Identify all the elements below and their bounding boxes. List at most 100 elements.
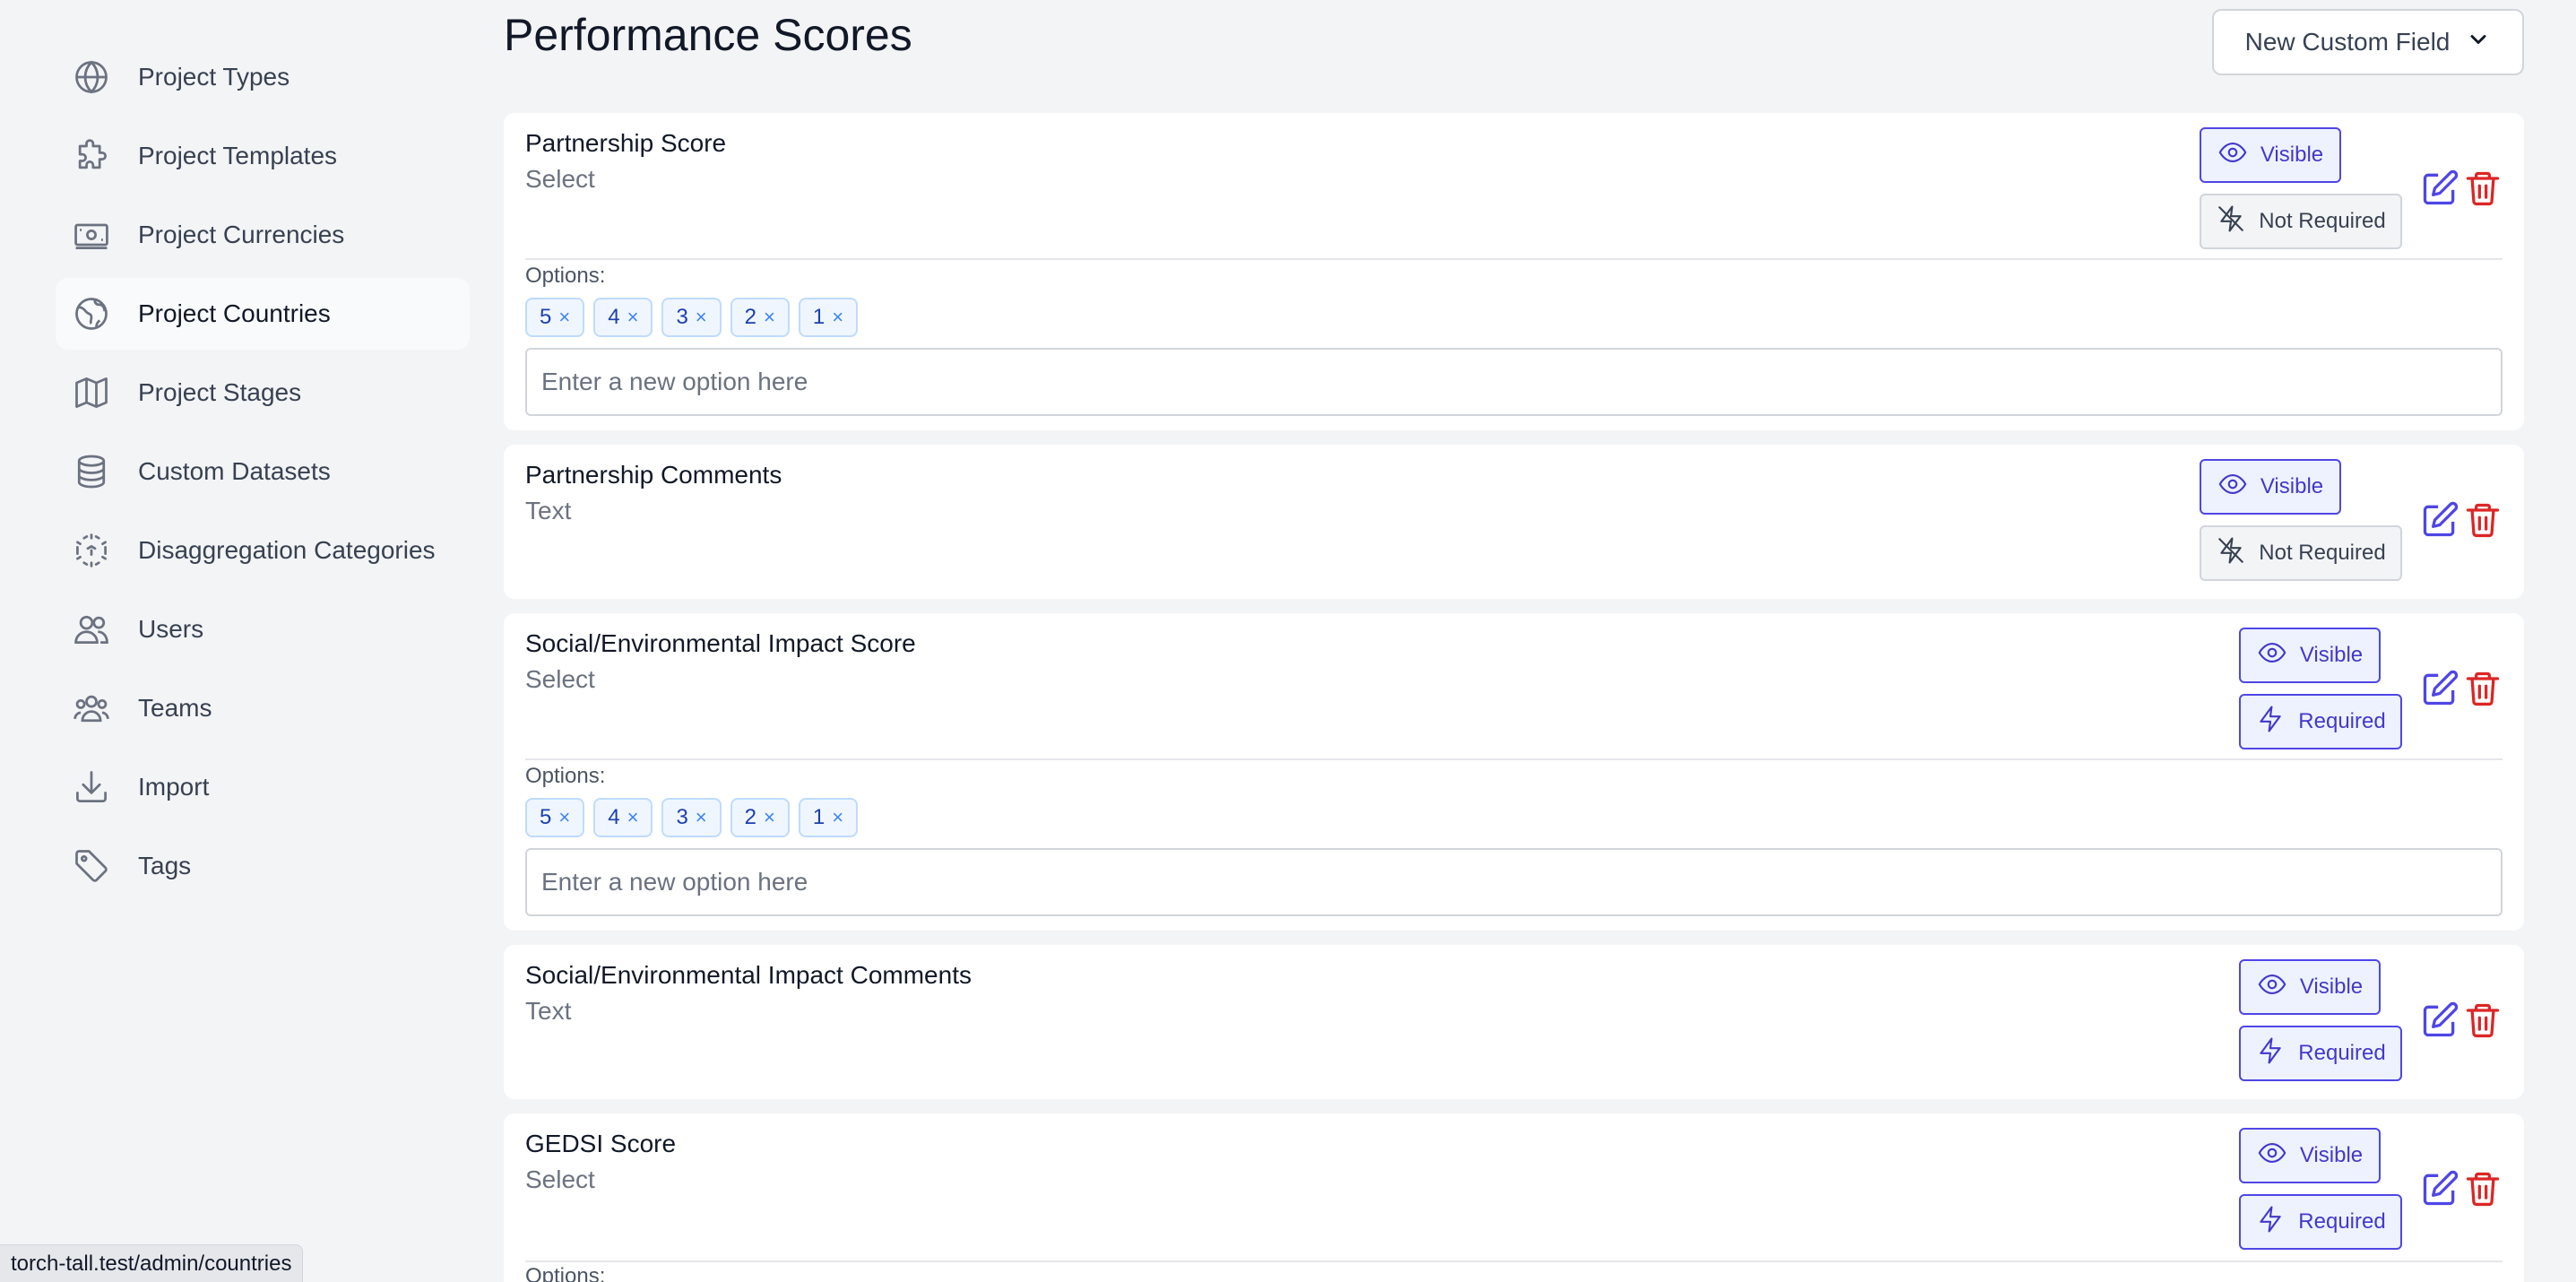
cash-icon <box>72 215 111 255</box>
delete-field-button[interactable] <box>2463 669 2503 708</box>
status-bar-url: torch-tall.test/admin/countries <box>0 1244 304 1282</box>
remove-option-icon[interactable]: × <box>627 806 639 829</box>
remove-option-icon[interactable]: × <box>764 306 775 329</box>
required-label: Required <box>2298 1041 2386 1065</box>
eye-icon <box>2257 637 2287 674</box>
field-name: Partnership Comments <box>525 461 782 489</box>
option-chip: 5 × <box>525 798 585 837</box>
option-chip: 2 × <box>730 798 790 837</box>
required-toggle[interactable]: Required <box>2239 1194 2402 1250</box>
eye-icon <box>2257 969 2287 1006</box>
sidebar-item-tags[interactable]: Tags <box>56 830 470 902</box>
edit-icon <box>2420 1170 2459 1212</box>
edit-field-button[interactable] <box>2420 1169 2459 1208</box>
trash-icon <box>2463 503 2503 543</box>
delete-field-button[interactable] <box>2463 1169 2503 1208</box>
delete-field-button[interactable] <box>2463 169 2503 208</box>
sidebar-item-disaggregation-categories[interactable]: Disaggregation Categories <box>56 515 470 586</box>
new-option-input[interactable] <box>525 348 2503 416</box>
custom-field-card: Partnership Comments Text Visible Not Re… <box>504 445 2524 599</box>
lightning-icon <box>2255 1204 2286 1241</box>
visible-toggle[interactable]: Visible <box>2239 628 2381 683</box>
edit-field-button[interactable] <box>2420 500 2459 540</box>
required-toggle[interactable]: Not Required <box>2200 194 2402 249</box>
visible-toggle[interactable]: Visible <box>2200 127 2341 183</box>
option-value: 3 <box>676 305 688 329</box>
custom-field-card: Social/Environmental Impact Comments Tex… <box>504 945 2524 1099</box>
option-value: 2 <box>744 305 757 329</box>
sidebar-item-label: Project Currencies <box>138 221 345 248</box>
tag-icon <box>72 846 111 886</box>
edit-icon <box>2420 501 2459 543</box>
sidebar-item-label: Project Templates <box>138 142 338 169</box>
sidebar-item-users[interactable]: Users <box>56 593 470 665</box>
options-label: Options: <box>525 1264 606 1282</box>
visible-toggle[interactable]: Visible <box>2239 1128 2381 1183</box>
required-toggle[interactable]: Not Required <box>2200 525 2402 581</box>
edit-icon <box>2420 1001 2459 1044</box>
remove-option-icon[interactable]: × <box>696 806 707 829</box>
edit-field-button[interactable] <box>2420 669 2459 708</box>
sidebar-item-teams[interactable]: Teams <box>56 672 470 744</box>
options-label: Options: <box>525 264 606 288</box>
visible-label: Visible <box>2260 474 2324 498</box>
divider <box>525 258 2503 260</box>
option-value: 3 <box>676 805 688 829</box>
sidebar-item-project-countries[interactable]: Project Countries <box>56 278 470 350</box>
remove-option-icon[interactable]: × <box>627 306 639 329</box>
option-value: 1 <box>812 305 826 329</box>
field-type: Text <box>525 497 572 524</box>
remove-option-icon[interactable]: × <box>558 806 570 829</box>
option-value: 1 <box>812 805 826 829</box>
sidebar-item-project-currencies[interactable]: Project Currencies <box>56 199 470 271</box>
required-toggle[interactable]: Required <box>2239 694 2402 749</box>
lightning-slash-icon <box>2216 535 2246 572</box>
options-chips: 5 × 4 × 3 × 2 × 1 × <box>525 798 859 837</box>
sidebar-item-import[interactable]: Import <box>56 751 470 823</box>
divider <box>525 1260 2503 1262</box>
edit-field-button[interactable] <box>2420 169 2459 208</box>
sidebar-item-custom-datasets[interactable]: Custom Datasets <box>56 436 470 507</box>
field-type: Select <box>525 1165 595 1193</box>
visible-toggle[interactable]: Visible <box>2239 959 2381 1015</box>
sidebar-item-project-types[interactable]: Project Types <box>56 41 470 113</box>
remove-option-icon[interactable]: × <box>832 306 843 329</box>
user-group-icon <box>72 689 111 728</box>
delete-field-button[interactable] <box>2463 500 2503 540</box>
field-type: Select <box>525 665 595 693</box>
custom-field-card: GEDSI Score Select Visible Required Opti… <box>504 1113 2524 1282</box>
field-name: Partnership Score <box>525 129 727 157</box>
edit-icon <box>2420 169 2459 212</box>
delete-field-button[interactable] <box>2463 1000 2503 1040</box>
visible-toggle[interactable]: Visible <box>2200 459 2341 515</box>
option-chip: 3 × <box>661 298 722 337</box>
edit-field-button[interactable] <box>2420 1000 2459 1040</box>
edit-icon <box>2420 670 2459 712</box>
field-name: Social/Environmental Impact Comments <box>525 961 972 989</box>
new-custom-field-dropdown[interactable]: New Custom Field <box>2212 9 2524 75</box>
sidebar: Project Types Project Templates Project … <box>56 41 470 909</box>
lightning-icon <box>2255 704 2286 741</box>
remove-option-icon[interactable]: × <box>764 806 775 829</box>
required-label: Required <box>2298 1209 2386 1234</box>
option-chip: 2 × <box>730 298 790 337</box>
option-value: 5 <box>540 305 552 329</box>
users-icon <box>72 610 111 649</box>
remove-option-icon[interactable]: × <box>696 306 707 329</box>
required-toggle[interactable]: Required <box>2239 1026 2402 1081</box>
option-chip: 4 × <box>593 298 653 337</box>
globe-alt-icon <box>72 294 111 333</box>
remove-option-icon[interactable]: × <box>558 306 570 329</box>
sidebar-item-label: Import <box>138 773 210 801</box>
custom-field-card: Partnership Score Select Visible Not Req… <box>504 113 2524 430</box>
new-option-input[interactable] <box>525 848 2503 916</box>
sidebar-item-project-stages[interactable]: Project Stages <box>56 357 470 429</box>
option-value: 4 <box>608 805 620 829</box>
trash-icon <box>2463 671 2503 712</box>
cube-transparent-icon <box>72 531 111 570</box>
option-chip: 3 × <box>661 798 722 837</box>
sidebar-item-project-templates[interactable]: Project Templates <box>56 120 470 192</box>
remove-option-icon[interactable]: × <box>832 806 843 829</box>
options-chips: 5 × 4 × 3 × 2 × 1 × <box>525 298 859 337</box>
field-type: Select <box>525 165 595 193</box>
